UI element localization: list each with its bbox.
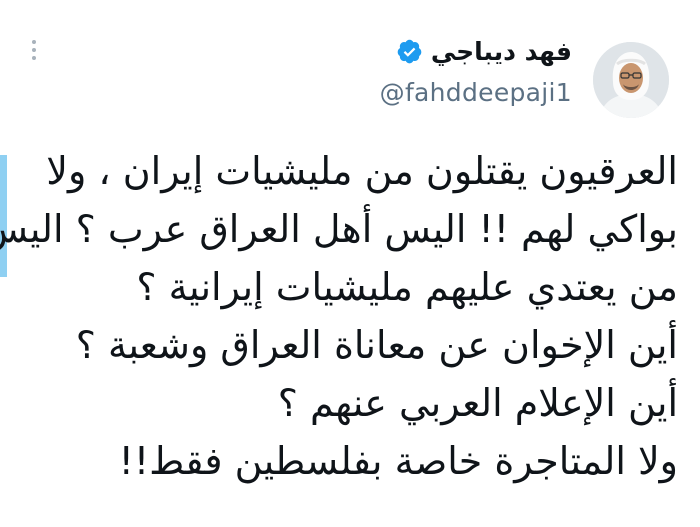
avatar[interactable] bbox=[593, 42, 669, 118]
tweet-text-line: بواكي لهم !! اليس أهل العراق عرب ؟ اليس bbox=[0, 207, 678, 251]
tweet-text-line: أين الإعلام العربي عنهم ؟ bbox=[277, 381, 678, 425]
more-options-icon[interactable] bbox=[30, 40, 38, 60]
author-name-row: فهد ديباجي bbox=[380, 30, 572, 72]
author-handle[interactable]: @fahddeepaji1 bbox=[380, 78, 572, 107]
tweet-author[interactable]: فهد ديباجي @fahddeepaji1 bbox=[380, 30, 572, 108]
author-display-name[interactable]: فهد ديباجي bbox=[431, 37, 572, 66]
user-avatar-icon bbox=[593, 42, 669, 118]
tweet-text-line: أين الإخوان عن معاناة العراق وشعبة ؟ bbox=[75, 323, 678, 367]
tweet-text-line: ولا المتاجرة خاصة بفلسطين فقط!! bbox=[118, 439, 678, 483]
tweet-text: العرقيون يقتلون من مليشيات إيران ، ولا ب… bbox=[0, 142, 678, 490]
tweet-text-line: العرقيون يقتلون من مليشيات إيران ، ولا bbox=[46, 149, 678, 193]
tweet-text-line: من يعتدي عليهم مليشيات إيرانية ؟ bbox=[136, 265, 678, 309]
verified-badge-icon bbox=[397, 39, 422, 63]
